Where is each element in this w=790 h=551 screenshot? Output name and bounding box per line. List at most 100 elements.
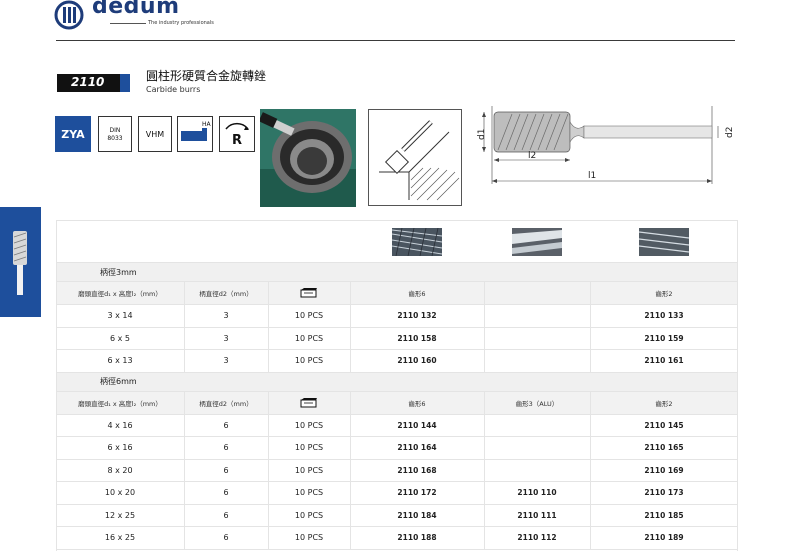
group-header-row: 柄徑6mm xyxy=(56,372,738,392)
drawing-label-l2: l2 xyxy=(528,151,536,161)
cell-package-qty: 10 PCS xyxy=(294,533,324,543)
product-code-bar: 2110 xyxy=(57,74,130,92)
drawing-label-l1: l1 xyxy=(588,171,596,181)
cell-package-qty: 10 PCS xyxy=(294,465,324,475)
cell-code-cut-2[interactable]: 2110 173 xyxy=(590,482,738,504)
cell-code-cut-2[interactable]: 2110 161 xyxy=(590,350,738,372)
table-row: 4 x 16 6 10 PCS 2110 144 2110 145 xyxy=(56,414,738,437)
header-shank-diameter: 柄直徑d2（mm） xyxy=(199,399,253,408)
table-row: 8 x 20 6 10 PCS 2110 168 2110 169 xyxy=(56,459,738,482)
cell-code-cut-2[interactable]: 2110 185 xyxy=(590,505,738,527)
table-row: 12 x 25 6 10 PCS 2110 184 2110 111 2110 185 xyxy=(56,504,738,527)
group-label: 柄徑3mm xyxy=(100,267,137,277)
cell-code-cut-6[interactable]: 2110 188 xyxy=(350,527,484,549)
cell-code-cut-6[interactable]: 2110 144 xyxy=(350,415,484,437)
application-photo xyxy=(260,109,356,207)
header-package xyxy=(268,392,350,414)
cell-code-cut-3[interactable] xyxy=(484,305,590,327)
burr-dimension-drawing: d1 d2 l2 l1 xyxy=(477,106,735,184)
cut-2-icon xyxy=(639,227,689,256)
cell-code-cut-2[interactable]: 2110 189 xyxy=(590,527,738,549)
cell-code-cut-2[interactable]: 2110 169 xyxy=(590,460,738,482)
cell-code-cut-3[interactable] xyxy=(484,415,590,437)
tagline-rule xyxy=(110,23,146,24)
header-cut-2: 齒形2 xyxy=(655,399,673,408)
category-side-tab[interactable] xyxy=(0,207,41,317)
drawing-label-d1: d1 xyxy=(477,129,487,140)
cell-code-cut-3[interactable] xyxy=(484,460,590,482)
cell-code-cut-6[interactable]: 2110 164 xyxy=(350,437,484,459)
cell-code-cut-6[interactable]: 2110 172 xyxy=(350,482,484,504)
radius-badge: R xyxy=(219,116,255,152)
cell-code-cut-6[interactable]: 2110 132 xyxy=(350,305,484,327)
radius-icon: R xyxy=(225,122,249,148)
group-header-row: 柄徑3mm xyxy=(56,263,738,282)
dedum-logo-icon xyxy=(54,0,84,30)
header-dimensions: 磨頭直徑d₁ x 高度l₂（mm） xyxy=(78,290,162,298)
header-cut-3 xyxy=(484,282,590,304)
cut-6-icon xyxy=(392,227,442,256)
cell-code-cut-2[interactable]: 2110 165 xyxy=(590,437,738,459)
cell-code-cut-2[interactable]: 2110 159 xyxy=(590,328,738,350)
cell-dimensions: 6 x 13 xyxy=(107,356,133,366)
header-divider xyxy=(56,40,735,41)
cell-code-cut-3[interactable]: 2110 112 xyxy=(484,527,590,549)
cell-shank-diameter: 3 xyxy=(223,333,229,343)
product-code-accent xyxy=(120,74,130,92)
cell-code-cut-3[interactable] xyxy=(484,437,590,459)
cell-dimensions: 6 x 5 xyxy=(110,333,130,343)
tooth-pattern-2-thumb xyxy=(590,221,738,262)
cell-code-cut-6[interactable]: 2110 160 xyxy=(350,350,484,372)
cell-shank-diameter: 6 xyxy=(223,488,229,498)
cell-code-cut-2[interactable]: 2110 145 xyxy=(590,415,738,437)
tooth-pattern-6-thumb xyxy=(350,221,484,262)
cell-code-cut-3[interactable] xyxy=(484,350,590,372)
cell-package-qty: 10 PCS xyxy=(294,311,324,321)
cylinder-burr-icon xyxy=(13,231,27,295)
din-badge-line1: DIN xyxy=(109,127,121,134)
cell-code-cut-6[interactable]: 2110 184 xyxy=(350,505,484,527)
table-row: 3 x 14 3 10 PCS 2110 132 2110 133 xyxy=(56,305,738,328)
cell-dimensions: 16 x 25 xyxy=(104,533,136,543)
cell-code-cut-6[interactable]: 2110 168 xyxy=(350,460,484,482)
din-badge: DIN 8033 xyxy=(98,116,132,152)
cell-package-qty: 10 PCS xyxy=(294,356,324,366)
product-table: 柄徑3mm 磨頭直徑d₁ x 高度l₂（mm） 柄直徑d2（mm） 齒形6 齒形2 3 x… xyxy=(56,220,738,550)
cell-shank-diameter: 6 xyxy=(223,443,229,453)
cell-code-cut-3[interactable]: 2110 111 xyxy=(484,505,590,527)
tooth-pattern-header-row xyxy=(56,220,738,263)
usage-sketch-image xyxy=(379,120,460,201)
vhm-badge: VHM xyxy=(138,116,172,152)
cell-package-qty: 10 PCS xyxy=(294,488,324,498)
table-row: 16 x 25 6 10 PCS 2110 188 2110 112 2110 189 xyxy=(56,527,738,550)
column-header-row: 磨頭直徑d₁ x 高度l₂（mm） 柄直徑d2（mm） 齒形6 齒形3（ALU） 齒形2 xyxy=(56,391,738,415)
usage-sketch xyxy=(368,109,462,206)
cell-code-cut-2[interactable]: 2110 133 xyxy=(590,305,738,327)
cell-shank-diameter: 3 xyxy=(223,356,229,366)
brand-tagline: The industry professionals xyxy=(148,20,214,26)
header-cut-2: 齒形2 xyxy=(655,290,673,298)
cell-dimensions: 12 x 25 xyxy=(104,510,136,520)
cell-dimensions: 3 x 14 xyxy=(107,311,133,321)
cut-3-alu-icon xyxy=(512,227,562,256)
cell-shank-diameter: 6 xyxy=(223,533,229,543)
cell-dimensions: 10 x 20 xyxy=(104,488,136,498)
cell-code-cut-6[interactable]: 2110 158 xyxy=(350,328,484,350)
table-row: 6 x 13 3 10 PCS 2110 160 2110 161 xyxy=(56,350,738,373)
cell-code-cut-3[interactable]: 2110 110 xyxy=(484,482,590,504)
product-code: 2110 xyxy=(71,75,105,89)
drawing-label-d2: d2 xyxy=(725,127,735,138)
tooth-pattern-3-thumb xyxy=(484,221,590,262)
cell-shank-diameter: 6 xyxy=(223,420,229,430)
cell-shank-diameter: 6 xyxy=(223,465,229,475)
brand-logo[interactable]: dedum The industry professionals xyxy=(52,0,214,34)
shank-ha-badge: HA xyxy=(177,116,213,152)
shank-ha-icon: HA xyxy=(181,121,212,141)
zya-badge: ZYA xyxy=(55,116,91,152)
application-photo-image xyxy=(260,109,356,207)
cell-code-cut-3[interactable] xyxy=(484,328,590,350)
cell-package-qty: 10 PCS xyxy=(294,443,324,453)
header-package xyxy=(268,282,350,304)
table-row: 6 x 16 6 10 PCS 2110 164 2110 165 xyxy=(56,437,738,460)
header-cut-6: 齒形6 xyxy=(408,290,426,298)
